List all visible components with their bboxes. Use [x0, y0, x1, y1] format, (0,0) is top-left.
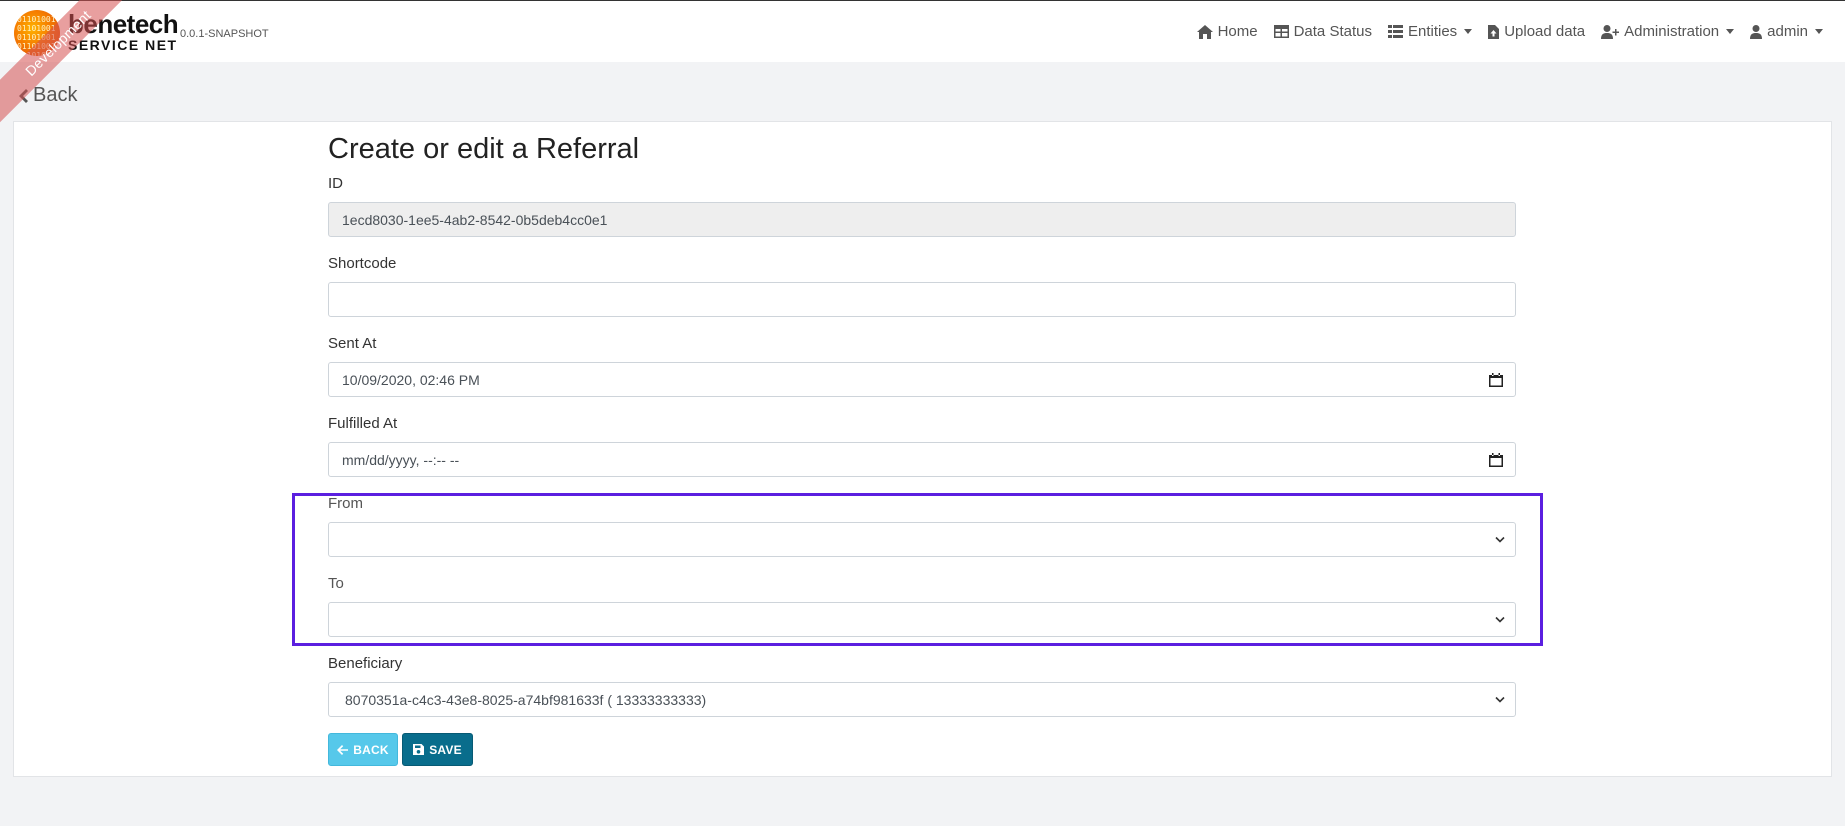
navbar: 0110100101101001011010010110100101101001…: [0, 0, 1845, 62]
logo-digits: 0110100101101001011010010110100101101001: [17, 15, 56, 56]
sent-at-label: Sent At: [328, 335, 377, 352]
brand-logo[interactable]: 0110100101101001011010010110100101101001…: [14, 9, 204, 57]
chevron-down-icon: [1495, 696, 1505, 703]
page-title: Create or edit a Referral: [328, 133, 640, 165]
caret-down-icon: [1815, 29, 1823, 34]
caret-down-icon: [1726, 29, 1735, 34]
beneficiary-select[interactable]: 8070351a-c4c3-43e8-8025-a74bf981633f ( 1…: [328, 682, 1516, 717]
beneficiary-value: 8070351a-c4c3-43e8-8025-a74bf981633f ( 1…: [345, 691, 707, 708]
id-label: ID: [328, 175, 343, 192]
logo-icon: 0110100101101001011010010110100101101001: [14, 10, 60, 56]
highlight-box: [292, 493, 1543, 646]
caret-down-icon: [1464, 29, 1473, 34]
sent-at-input[interactable]: 10/09/2020, 02:46 PM: [328, 362, 1516, 397]
back-button-label: BACK: [353, 742, 389, 757]
arrow-left-icon: [337, 744, 349, 755]
chevron-left-icon: [19, 88, 28, 103]
fulfilled-at-input[interactable]: mm/dd/yyyy, --:-- --: [328, 442, 1516, 477]
shortcode-input[interactable]: [328, 282, 1516, 317]
nav-account[interactable]: admin: [1750, 23, 1823, 40]
id-value: 1ecd8030-1ee5-4ab2-8542-0b5deb4cc0e1: [342, 211, 608, 228]
nav-account-label: admin: [1767, 23, 1808, 40]
shortcode-label: Shortcode: [328, 255, 397, 272]
home-icon: [1196, 24, 1213, 39]
sent-at-value: 10/09/2020, 02:46 PM: [342, 371, 480, 388]
id-field[interactable]: 1ecd8030-1ee5-4ab2-8542-0b5deb4cc0e1: [328, 202, 1516, 237]
brand-name: benetech: [68, 9, 179, 39]
file-upload-icon: [1488, 24, 1500, 39]
fulfilled-at-label: Fulfilled At: [328, 415, 398, 432]
nav-administration[interactable]: Administration: [1601, 23, 1735, 40]
nav-upload[interactable]: Upload data: [1488, 23, 1585, 40]
fulfilled-at-value: mm/dd/yyyy, --:-- --: [342, 451, 460, 468]
save-button-label: SAVE: [429, 742, 462, 757]
nav-entities[interactable]: Entities: [1387, 23, 1473, 40]
nav-home-label: Home: [1217, 23, 1258, 40]
save-icon: [413, 744, 425, 755]
nav-menu: Home Data Status Entities Upload data Ad…: [1196, 23, 1823, 40]
nav-home[interactable]: Home: [1196, 23, 1258, 40]
nav-data-status[interactable]: Data Status: [1273, 23, 1372, 40]
back-button[interactable]: BACK: [328, 733, 398, 766]
nav-entities-label: Entities: [1407, 23, 1458, 40]
user-plus-icon: [1601, 24, 1620, 39]
brand-subtitle: SERVICE NET: [68, 37, 178, 53]
calendar-icon[interactable]: [1489, 372, 1503, 387]
nav-upload-label: Upload data: [1504, 23, 1586, 40]
beneficiary-label: Beneficiary: [328, 655, 403, 672]
nav-data-status-label: Data Status: [1293, 23, 1372, 40]
list-icon: [1387, 25, 1403, 38]
nav-administration-label: Administration: [1624, 23, 1720, 40]
back-link[interactable]: Back: [18, 84, 77, 107]
app-version: 0.0.1-SNAPSHOT: [180, 28, 269, 40]
save-button[interactable]: SAVE: [402, 733, 473, 766]
table-icon: [1273, 25, 1289, 38]
calendar-icon[interactable]: [1489, 452, 1503, 467]
back-link-label: Back: [33, 84, 78, 106]
user-icon: [1750, 24, 1763, 39]
